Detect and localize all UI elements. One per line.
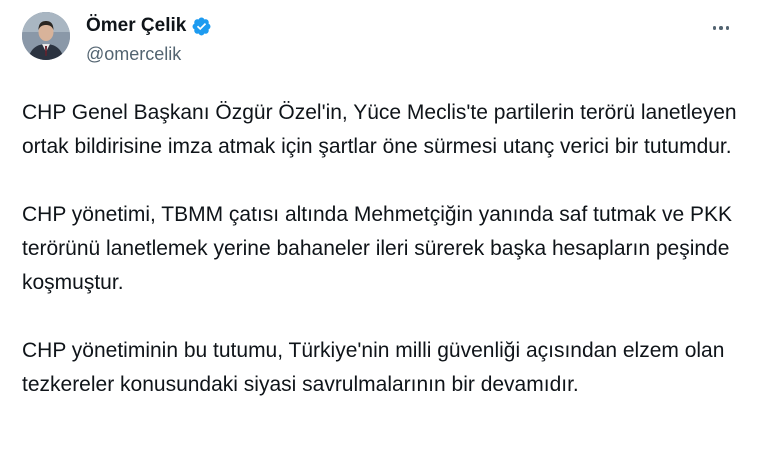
- more-horizontal-icon-dot: [725, 26, 730, 30]
- tweet-paragraph-1: CHP Genel Başkanı Özgür Özel'in, Yüce Me…: [22, 101, 737, 158]
- handle[interactable]: @omercelik: [86, 44, 212, 65]
- tweet-paragraph-2: CHP yönetimi, TBMM çatısı altında Mehmet…: [22, 203, 733, 294]
- more-horizontal-icon: [712, 26, 717, 30]
- display-name[interactable]: Ömer Çelik: [86, 15, 186, 37]
- tweet-header: Ömer Çelik @omercelik: [22, 10, 738, 72]
- more-options-button[interactable]: [704, 16, 738, 40]
- name-row: Ömer Çelik: [86, 14, 212, 38]
- tweet-paragraph-3: CHP yönetiminin bu tutumu, Türkiye'nin m…: [22, 339, 725, 396]
- verified-badge-icon: [191, 16, 212, 37]
- tweet-card: Ömer Çelik @omercelik CHP Genel Başkanı …: [0, 0, 760, 450]
- tweet-text: CHP Genel Başkanı Özgür Özel'in, Yüce Me…: [22, 96, 738, 402]
- profile-photo-icon: [22, 12, 70, 60]
- more-horizontal-icon-dot: [719, 26, 723, 30]
- avatar[interactable]: [22, 12, 70, 60]
- author-names: Ömer Çelik @omercelik: [86, 14, 212, 65]
